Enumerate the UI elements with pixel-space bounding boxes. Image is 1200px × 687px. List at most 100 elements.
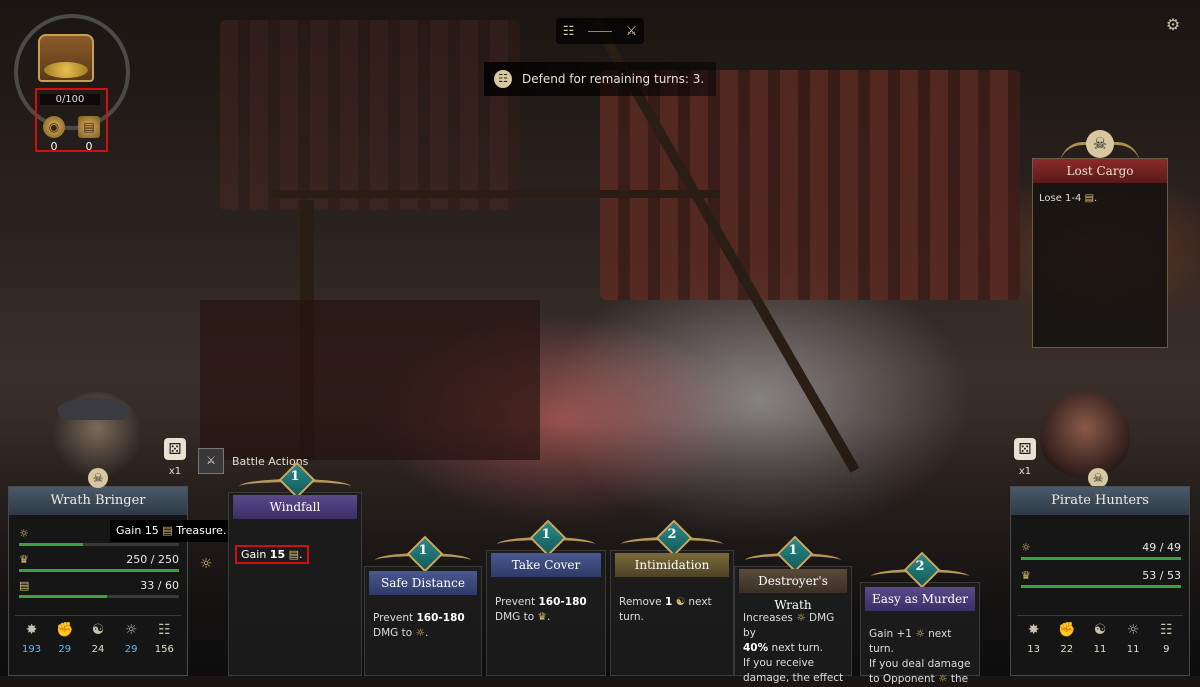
pirate-icon: ☯ [675,596,686,608]
sun-icon: ☼ [796,612,806,624]
card-body: Increases ☼ DMG by 40% next turn. If you… [743,612,844,684]
card-destroyers-wrath[interactable]: 1 Destroyer's Wrath Increases ☼ DMG by 4… [734,535,852,684]
scroll-icon: ☷ [1160,622,1173,638]
card-title: Easy as Murder [865,587,975,611]
card-body: Prevent 160-180 DMG to ☼. [373,612,465,639]
sun-icon: ☼ [415,627,425,639]
player-stat-crew: ☯ 24 [83,622,113,671]
opponent-energy-value: 49 / 49 [1142,541,1181,554]
player-skull-icon: ☠ [88,468,108,488]
sun-icon: ☼ [938,673,948,685]
sun-icon: ☼ [199,556,213,572]
card-safe-distance[interactable]: 1 Safe Distance Prevent 160-180 DMG to ☼… [364,535,482,676]
crossed-swords-icon: ⚔ [198,448,224,474]
player-stat-energy: ☼ 29 [116,622,146,671]
cargo-resource: ▤ 0 [76,116,102,153]
burst-icon: ✸ [1027,622,1040,638]
opponent-health-track [1021,585,1181,588]
opponent-name: Pirate Hunters [1011,487,1189,515]
opponent-portrait [1040,392,1130,482]
coin-resource: ◉ 0 [41,116,67,153]
opponent-stats: ✸ 13 ✊ 22 ☯ 11 ☼ 11 ☷ 9 [1017,615,1183,671]
dice-icon: ⚄ [164,438,186,460]
opponent-stat-energy: ☼ 11 [1118,622,1148,671]
pirate-hat-icon [58,398,130,420]
player-name: Wrath Bringer [9,487,187,515]
pirate-icon: ☯ [91,622,105,638]
card-title: Safe Distance [369,571,477,595]
health-icon: ♛ [537,611,547,623]
turn-indicator: ☷ ⚔ [556,18,644,44]
card-cost: 1 [541,527,551,542]
card-take-cover[interactable]: 1 Take Cover Prevent 160-180 DMG to ♛. [486,519,606,676]
dice-icon: ⚄ [1014,438,1036,460]
treasure-tooltip: Gain 15 ▤ Treasure. [110,520,233,542]
gold-pile-icon [44,62,88,78]
card-intimidation[interactable]: 2 Intimidation Remove 1 ☯ next turn. [610,519,734,676]
player-stats: ✸ 193 ✊ 29 ☯ 24 ☼ 29 ☷ 156 [15,615,181,671]
card-title: Destroyer's Wrath [739,569,847,612]
player-stat-deck: ☷ 156 [149,622,179,671]
health-icon: ♛ [19,553,29,566]
card-cost: 1 [290,469,300,484]
opponent-stat-attack: ✸ 13 [1019,622,1049,671]
treasure-icon: ▤ [19,579,30,592]
gear-icon[interactable]: ⚙ [1164,16,1182,34]
opponent-stat-deck: ☷ 9 [1151,622,1181,671]
sun-icon: ☼ [915,628,925,640]
card-body: Prevent 160-180 DMG to ♛. [495,596,587,623]
card-body: Remove 1 ☯ next turn. [619,596,712,623]
player-dice[interactable]: ⚄ x1 [160,438,190,477]
scroll-icon: ☷ [494,70,512,88]
lost-cargo-title: Lost Cargo [1033,159,1167,183]
cargo-icon: ▤ [78,116,100,138]
player-treasure-value: 33 / 60 [140,579,179,592]
sun-icon: ☼ [124,622,138,638]
sun-icon: ☼ [1021,541,1031,554]
opponent-stat-power: ✊ 22 [1052,622,1082,671]
card-title: Take Cover [491,553,601,577]
crossed-swords-icon: ⚔ [625,23,638,39]
player-bar-health: ♛ 250 / 250 [19,551,179,577]
player-stat-power: ✊ 29 [50,622,80,671]
card-cost: 1 [788,543,798,558]
player-panel: Wrath Bringer ☼ ♛ 250 / 250 ▤ 33 / 60 ✸ 1… [8,486,188,676]
opponent-stat-crew: ☯ 11 [1085,622,1115,671]
treasure-track [19,595,179,598]
opponent-health-value: 53 / 53 [1142,569,1181,582]
card-cost: 1 [418,543,428,558]
pirate-icon: ☯ [1093,622,1107,638]
skull-icon: ☠ [1086,130,1114,158]
turn-divider [588,30,612,32]
cargo-count: 0 [85,140,93,153]
objective-banner: ☷ Defend for remaining turns: 3. [484,62,716,96]
player-bar-treasure: ▤ 33 / 60 [19,577,179,603]
opponent-bar-health: ♛ 53 / 53 [1021,567,1181,593]
health-track [19,569,179,572]
fist-icon: ✊ [56,622,74,638]
treasure-icon: ▤ [288,548,300,561]
player-dice-count: x1 [168,466,182,477]
health-icon: ♛ [1021,569,1031,582]
lost-cargo-card[interactable]: Lost Cargo Lose 1-4 ▤. [1032,158,1168,348]
card-title: Intimidation [615,553,729,577]
card-cost: 2 [915,559,925,574]
opponent-skull-icon: ☠ [1088,468,1108,488]
card-cost: 2 [667,527,677,542]
player-health-value: 250 / 250 [126,553,179,566]
scroll-icon: ☷ [562,23,575,39]
energy-track [19,543,179,546]
coin-icon: ◉ [43,116,65,138]
player-stat-attack: ✸ 193 [17,622,47,671]
card-windfall[interactable]: 1 Windfall Gain 15 ▤. [228,461,362,676]
sun-icon: ☼ [19,527,29,540]
opponent-dice[interactable]: ⚄ x1 [1010,438,1040,477]
opponent-energy-track [1021,557,1181,560]
card-body: Gain 15 ▤. [235,545,309,564]
card-body: Gain +1 ☼ next turn. If you deal damage … [869,628,971,685]
scroll-icon: ☷ [158,622,171,638]
fist-icon: ✊ [1058,622,1076,638]
objective-text: Defend for remaining turns: 3. [522,72,705,86]
coin-count: 0 [50,140,58,153]
card-easy-as-murder[interactable]: 2 Easy as Murder Gain +1 ☼ next turn. If… [860,551,980,685]
